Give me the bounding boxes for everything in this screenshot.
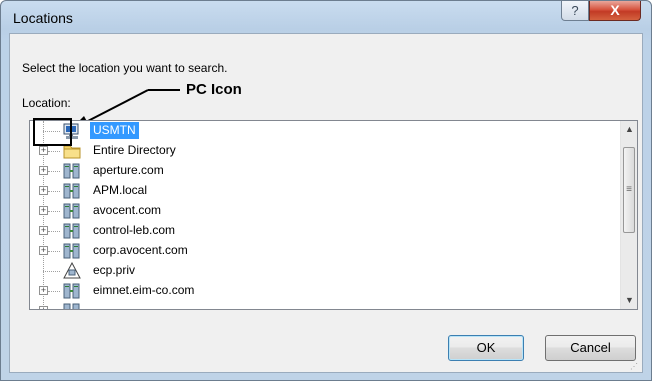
expand-toggle[interactable]: + bbox=[39, 306, 48, 309]
resize-grip-icon[interactable]: ⋰ bbox=[630, 362, 638, 371]
tree-item-ecp-priv[interactable]: ecp.priv bbox=[30, 261, 620, 281]
expand-toggle[interactable]: + bbox=[39, 206, 48, 215]
tree-item-label: Entire Directory bbox=[93, 143, 176, 157]
domain-icon bbox=[63, 203, 80, 219]
tree-item-label: aperture.com bbox=[93, 163, 164, 177]
domain-icon bbox=[63, 303, 80, 309]
scroll-up-arrow-icon[interactable]: ▲ bbox=[621, 121, 637, 138]
tree-item-control-leb[interactable]: + control-leb.com bbox=[30, 221, 620, 241]
expand-toggle[interactable]: + bbox=[39, 246, 48, 255]
tree-item-eimnet[interactable]: + eimnet.eim-co.com bbox=[30, 281, 620, 301]
domain-icon bbox=[63, 163, 80, 179]
tree-item-aperture[interactable]: + aperture.com bbox=[30, 161, 620, 181]
domain-icon bbox=[63, 183, 80, 199]
tree-item-apm-local[interactable]: + APM.local bbox=[30, 181, 620, 201]
tree-item-label: ecp.priv bbox=[93, 263, 136, 277]
tree-item-usmtn[interactable]: USMTN bbox=[30, 121, 620, 141]
expand-toggle[interactable]: + bbox=[39, 166, 48, 175]
pc-icon-callout-box bbox=[33, 118, 72, 146]
tree-scrollbar[interactable]: ▲ ≡ ▼ bbox=[620, 121, 637, 309]
warning-domain-icon bbox=[63, 262, 81, 279]
tree-item-label: USMTN bbox=[90, 122, 139, 139]
tree-item-label: corp.avocent.com bbox=[93, 243, 188, 257]
tree-item-corp-avocent[interactable]: + corp.avocent.com bbox=[30, 241, 620, 261]
tree-item-label: APM.local bbox=[93, 183, 148, 197]
ok-button[interactable]: OK bbox=[448, 335, 524, 361]
tree-item-entire-directory[interactable]: + Entire Directory bbox=[30, 141, 620, 161]
expand-toggle[interactable]: + bbox=[39, 186, 48, 195]
cancel-button[interactable]: Cancel bbox=[545, 335, 636, 361]
expand-toggle[interactable]: + bbox=[39, 286, 48, 295]
expand-toggle[interactable]: + bbox=[39, 226, 48, 235]
domain-icon bbox=[63, 283, 80, 299]
tree-item-avocent[interactable]: + avocent.com bbox=[30, 201, 620, 221]
tree-item-label: control-leb.com bbox=[93, 223, 176, 237]
scroll-down-arrow-icon[interactable]: ▼ bbox=[621, 292, 637, 309]
tree-item-label: avocent.com bbox=[93, 203, 162, 217]
domain-icon bbox=[63, 223, 80, 239]
expand-toggle[interactable]: + bbox=[39, 146, 48, 155]
domain-icon bbox=[63, 243, 80, 259]
tree-item-partial[interactable]: + bbox=[30, 301, 620, 309]
tree-item-label: eimnet.eim-co.com bbox=[93, 283, 195, 297]
scroll-thumb[interactable]: ≡ bbox=[623, 147, 635, 233]
location-tree[interactable]: USMTN + Entire Directory + aperture.com … bbox=[29, 120, 638, 310]
